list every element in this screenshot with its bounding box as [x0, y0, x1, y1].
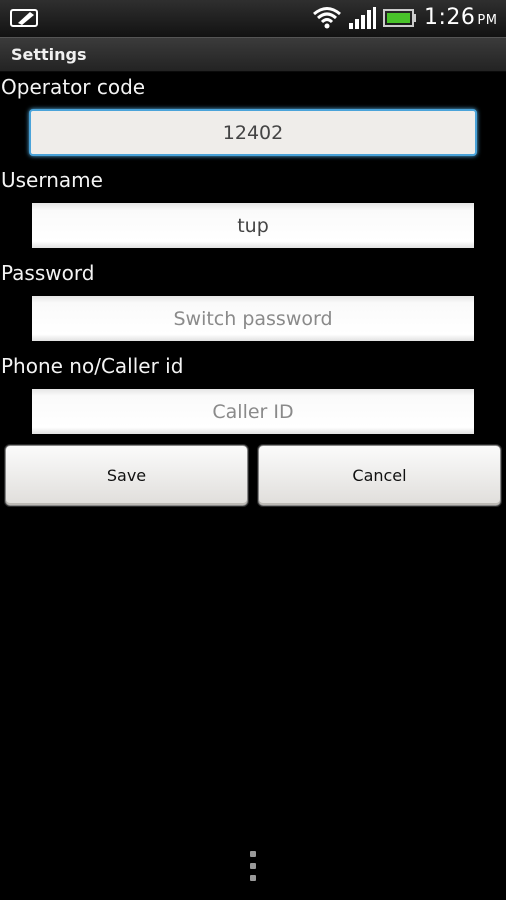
clock: 1:26 PM: [424, 5, 497, 30]
caller-id-input[interactable]: [32, 389, 474, 434]
status-bar: 1:26 PM: [0, 0, 506, 37]
username-label: Username: [1, 168, 103, 192]
wifi-icon: [313, 7, 341, 29]
save-button[interactable]: Save: [5, 445, 248, 506]
caller-id-label: Phone no/Caller id: [1, 354, 184, 378]
title-bar: Settings: [0, 37, 506, 72]
password-input[interactable]: [32, 296, 474, 341]
clock-ampm: PM: [477, 13, 498, 28]
password-label: Password: [1, 261, 95, 285]
page-title: Settings: [11, 45, 87, 64]
username-input[interactable]: [32, 203, 474, 248]
cancel-button[interactable]: Cancel: [258, 445, 501, 506]
operator-code-input[interactable]: [29, 109, 477, 156]
clock-time: 1:26: [424, 5, 476, 30]
battery-icon: [383, 9, 416, 27]
operator-code-label: Operator code: [1, 75, 146, 99]
signal-icon: [349, 7, 376, 29]
edit-note-icon: [10, 9, 38, 27]
overflow-menu-icon[interactable]: [249, 851, 257, 885]
